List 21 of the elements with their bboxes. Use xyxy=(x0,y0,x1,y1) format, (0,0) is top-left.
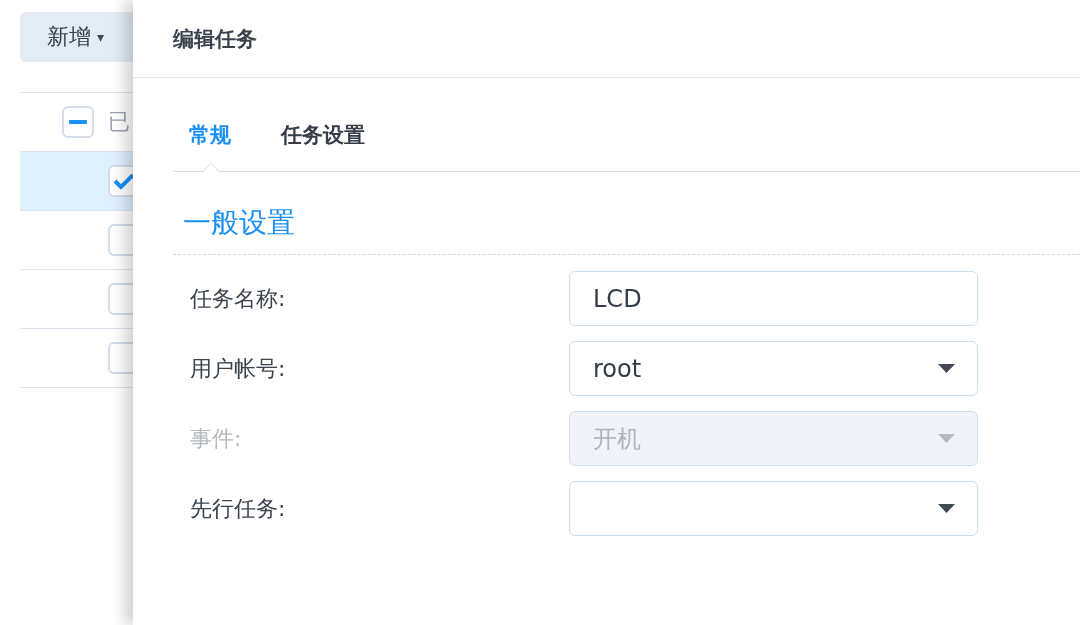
check-icon xyxy=(113,172,133,190)
row-checkbox[interactable] xyxy=(108,165,133,197)
add-button[interactable]: 新增 ▾ xyxy=(20,12,133,62)
section-title: 一般设置 xyxy=(183,206,295,239)
input-field[interactable]: LCD xyxy=(569,271,978,326)
dialog-title: 编辑任务 xyxy=(173,25,257,53)
caret-icon xyxy=(938,434,955,443)
field-label: 事件: xyxy=(190,424,243,453)
row-checkbox[interactable] xyxy=(108,342,133,374)
tab[interactable]: 任务设置 xyxy=(281,121,365,171)
select-all-checkbox[interactable] xyxy=(62,106,94,138)
field-label: 任务名称: xyxy=(190,284,287,313)
dropdown-field[interactable]: root xyxy=(569,341,978,396)
field-label: 先行任务: xyxy=(190,494,287,523)
caret-icon xyxy=(938,504,955,513)
column-header: 已 xyxy=(108,108,130,136)
row-checkbox[interactable] xyxy=(108,283,133,315)
dropdown-field[interactable] xyxy=(569,481,978,536)
row-checkbox[interactable] xyxy=(108,224,133,256)
field-label: 用户帐号: xyxy=(190,354,287,383)
caret-icon xyxy=(938,364,955,373)
